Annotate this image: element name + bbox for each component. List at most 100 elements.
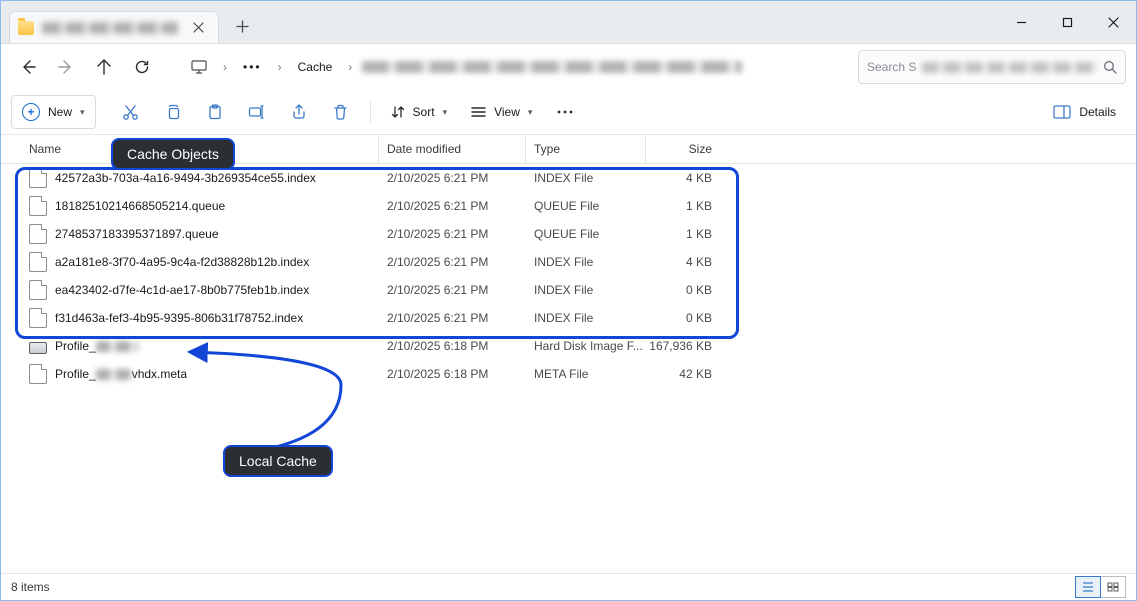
details-pane-button[interactable]: Details — [1043, 96, 1126, 128]
titlebar — [1, 1, 1136, 44]
file-icon — [29, 224, 47, 244]
file-icon — [29, 196, 47, 216]
table-row[interactable]: 42572a3b-703a-4a16-9494-3b269354ce55.ind… — [1, 164, 1136, 192]
arrow-left-icon — [20, 59, 36, 75]
plus-icon — [236, 20, 249, 33]
search-placeholder-prefix: Search S — [867, 60, 916, 74]
disk-icon — [29, 342, 47, 354]
cell-size: 0 KB — [646, 283, 726, 297]
new-button[interactable]: + New ▾ — [11, 95, 96, 129]
refresh-button[interactable] — [125, 50, 159, 84]
maximize-button[interactable] — [1044, 1, 1090, 43]
cell-date: 2/10/2025 6:21 PM — [379, 255, 526, 269]
cell-name: f31d463a-fef3-4b95-9395-806b31f78752.ind… — [21, 308, 379, 328]
nav-bar: › ••• › Cache › Search S — [1, 44, 1136, 90]
cell-name: 42572a3b-703a-4a16-9494-3b269354ce55.ind… — [21, 168, 379, 188]
cell-type: META File — [526, 367, 646, 381]
close-icon — [193, 22, 204, 33]
window-controls — [998, 1, 1136, 43]
explorer-window: › ••• › Cache › Search S + New ▾ — [0, 0, 1137, 601]
view-toggle-details[interactable] — [1075, 576, 1101, 598]
file-name: Profile_vhdx.meta — [55, 367, 187, 381]
cell-name: a2a181e8-3f70-4a95-9c4a-f2d38828b12b.ind… — [21, 252, 379, 272]
view-button[interactable]: View ▾ — [461, 96, 542, 128]
delete-button[interactable] — [322, 96, 360, 128]
file-icon — [29, 364, 47, 384]
cell-type: INDEX File — [526, 171, 646, 185]
sort-button[interactable]: Sort ▾ — [381, 96, 458, 128]
table-row[interactable]: f31d463a-fef3-4b95-9395-806b31f78752.ind… — [1, 304, 1136, 332]
file-name: ea423402-d7fe-4c1d-ae17-8b0b775feb1b.ind… — [55, 283, 309, 297]
table-row[interactable]: ea423402-d7fe-4c1d-ae17-8b0b775feb1b.ind… — [1, 276, 1136, 304]
arrow-up-icon — [96, 59, 112, 75]
search-placeholder-tail — [922, 62, 1097, 73]
breadcrumb-cache[interactable]: Cache — [292, 56, 339, 78]
file-name: 18182510214668505214.queue — [55, 199, 225, 213]
view-toggle-group — [1075, 576, 1126, 598]
table-row[interactable]: Profile_vhdx.meta 2/10/2025 6:18 PMMETA F… — [1, 360, 1136, 388]
chevron-right-icon: › — [278, 60, 282, 74]
file-icon — [29, 252, 47, 272]
trash-icon — [333, 104, 348, 120]
table-row[interactable]: 18182510214668505214.queue2/10/2025 6:21… — [1, 192, 1136, 220]
status-bar: 8 items — [1, 573, 1136, 600]
cell-type: INDEX File — [526, 283, 646, 297]
arrow-right-icon — [58, 59, 74, 75]
forward-button[interactable] — [49, 50, 83, 84]
share-button[interactable] — [280, 96, 318, 128]
cell-name: ea423402-d7fe-4c1d-ae17-8b0b775feb1b.ind… — [21, 280, 379, 300]
file-name: f31d463a-fef3-4b95-9395-806b31f78752.ind… — [55, 311, 303, 325]
cell-date: 2/10/2025 6:21 PM — [379, 283, 526, 297]
up-button[interactable] — [87, 50, 121, 84]
breadcrumb-root[interactable] — [185, 56, 213, 78]
paste-button[interactable] — [196, 96, 234, 128]
breadcrumb-tail[interactable] — [362, 61, 742, 73]
column-header-type[interactable]: Type — [526, 135, 646, 163]
table-row[interactable]: a2a181e8-3f70-4a95-9c4a-f2d38828b12b.ind… — [1, 248, 1136, 276]
search-input[interactable]: Search S — [858, 50, 1126, 84]
chevron-down-icon: ▾ — [528, 107, 533, 118]
view-label: View — [494, 105, 520, 119]
chevron-down-icon: ▾ — [443, 107, 448, 118]
chevron-right-icon: › — [348, 60, 352, 74]
cell-size: 4 KB — [646, 255, 726, 269]
search-icon — [1103, 60, 1117, 74]
table-row[interactable]: 2748537183395371897.queue2/10/2025 6:21 … — [1, 220, 1136, 248]
cell-size: 167,936 KB — [646, 339, 726, 353]
breadcrumb-overflow[interactable]: ••• — [237, 56, 268, 78]
column-header-size[interactable]: Size — [646, 135, 726, 163]
close-window-button[interactable] — [1090, 1, 1136, 43]
file-icon — [29, 280, 47, 300]
active-tab[interactable] — [9, 11, 219, 43]
cell-name: 2748537183395371897.queue — [21, 224, 379, 244]
column-header-name[interactable]: Name — [21, 135, 379, 163]
cell-name: 18182510214668505214.queue — [21, 196, 379, 216]
column-header-row: Name Date modified Type Size — [1, 135, 1136, 164]
new-tab-button[interactable] — [225, 9, 259, 43]
chevron-right-icon: › — [223, 60, 227, 74]
more-button[interactable] — [546, 96, 584, 128]
back-button[interactable] — [11, 50, 45, 84]
tab-close-button[interactable] — [186, 16, 210, 40]
view-list-icon — [471, 106, 486, 118]
cut-button[interactable] — [112, 96, 150, 128]
close-icon — [1108, 17, 1119, 28]
chevron-down-icon: ▾ — [80, 107, 85, 118]
copy-button[interactable] — [154, 96, 192, 128]
table-row[interactable]: Profile_2/10/2025 6:18 PMHard Disk Image… — [1, 332, 1136, 360]
monitor-icon — [191, 60, 207, 74]
refresh-icon — [134, 59, 150, 75]
breadcrumb[interactable]: › ••• › Cache › — [177, 51, 854, 83]
minimize-button[interactable] — [998, 1, 1044, 43]
cell-date: 2/10/2025 6:21 PM — [379, 227, 526, 241]
rename-button[interactable] — [238, 96, 276, 128]
cell-size: 0 KB — [646, 311, 726, 325]
folder-icon — [18, 21, 34, 35]
cell-date: 2/10/2025 6:18 PM — [379, 367, 526, 381]
view-toggle-large[interactable] — [1101, 576, 1126, 598]
details-label: Details — [1079, 105, 1116, 119]
share-icon — [291, 104, 307, 120]
file-name: Profile_ — [55, 339, 138, 353]
column-header-date[interactable]: Date modified — [379, 135, 526, 163]
sort-icon — [391, 105, 405, 119]
